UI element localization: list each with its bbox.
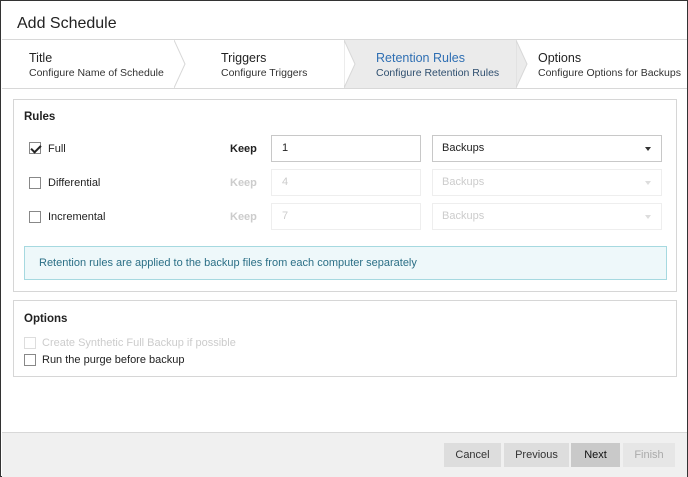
- purge-before-backup-checkbox[interactable]: [24, 354, 36, 366]
- step-retention-rules-label: Retention Rules: [376, 51, 465, 65]
- step-triggers-label: Triggers: [221, 51, 267, 65]
- step-separator-icon: [174, 40, 186, 88]
- step-triggers-subtitle: Configure Triggers: [221, 67, 308, 79]
- cancel-button[interactable]: Cancel: [444, 443, 501, 467]
- incremental-label: Incremental: [48, 211, 106, 223]
- full-keep-label: Keep: [230, 143, 257, 155]
- full-keep-input[interactable]: 1: [271, 135, 421, 162]
- step-retention-rules-subtitle: Configure Retention Rules: [376, 67, 500, 79]
- full-unit-value: Backups: [442, 142, 485, 154]
- dialog-footer: Cancel Previous Next Finish: [2, 432, 687, 477]
- step-options[interactable]: Options Configure Options for Backups: [528, 40, 687, 88]
- differential-keep-input[interactable]: 4: [271, 169, 421, 196]
- previous-button[interactable]: Previous: [504, 443, 569, 467]
- step-title-label: Title: [29, 51, 53, 65]
- incremental-checkbox[interactable]: [29, 211, 41, 223]
- chevron-down-icon: [645, 215, 651, 219]
- incremental-unit-select[interactable]: Backups: [432, 203, 662, 230]
- step-title-subtitle: Configure Name of Schedule: [29, 67, 164, 79]
- chevron-down-icon: [645, 147, 651, 151]
- full-unit-select[interactable]: Backups: [432, 135, 662, 162]
- add-schedule-dialog: Add Schedule Title Configure Name of Sch…: [0, 0, 688, 477]
- rules-heading: Rules: [24, 111, 56, 123]
- incremental-keep-label: Keep: [230, 211, 257, 223]
- step-options-subtitle: Configure Options for Backups: [538, 67, 681, 79]
- step-retention-rules[interactable]: Retention Rules Configure Retention Rule…: [344, 40, 516, 88]
- full-checkbox[interactable]: [29, 142, 41, 154]
- differential-keep-label: Keep: [230, 177, 257, 189]
- full-label: Full: [48, 143, 66, 155]
- differential-label: Differential: [48, 177, 101, 189]
- wizard-steps: Title Configure Name of Schedule Trigger…: [2, 39, 687, 89]
- step-separator-icon: [344, 40, 356, 88]
- rules-panel: Rules Full Keep 1 Backups Differential K…: [13, 99, 677, 292]
- step-triggers[interactable]: Triggers Configure Triggers: [186, 40, 344, 88]
- differential-checkbox[interactable]: [29, 177, 41, 189]
- incremental-keep-input[interactable]: 7: [271, 203, 421, 230]
- options-panel: Options Create Synthetic Full Backup if …: [13, 300, 677, 377]
- retention-info-message: Retention rules are applied to the backu…: [24, 246, 667, 280]
- differential-unit-select[interactable]: Backups: [432, 169, 662, 196]
- finish-button[interactable]: Finish: [623, 443, 675, 467]
- synthetic-full-label: Create Synthetic Full Backup if possible: [42, 337, 236, 349]
- step-title[interactable]: Title Configure Name of Schedule: [2, 40, 174, 88]
- options-heading: Options: [24, 313, 68, 325]
- dialog-title: Add Schedule: [17, 15, 117, 32]
- incremental-unit-value: Backups: [442, 210, 485, 222]
- differential-unit-value: Backups: [442, 176, 485, 188]
- synthetic-full-checkbox[interactable]: [24, 337, 36, 349]
- chevron-down-icon: [645, 181, 651, 185]
- step-options-label: Options: [538, 51, 582, 65]
- next-button[interactable]: Next: [571, 443, 620, 467]
- purge-before-backup-label: Run the purge before backup: [42, 354, 185, 366]
- step-separator-icon: [516, 40, 528, 88]
